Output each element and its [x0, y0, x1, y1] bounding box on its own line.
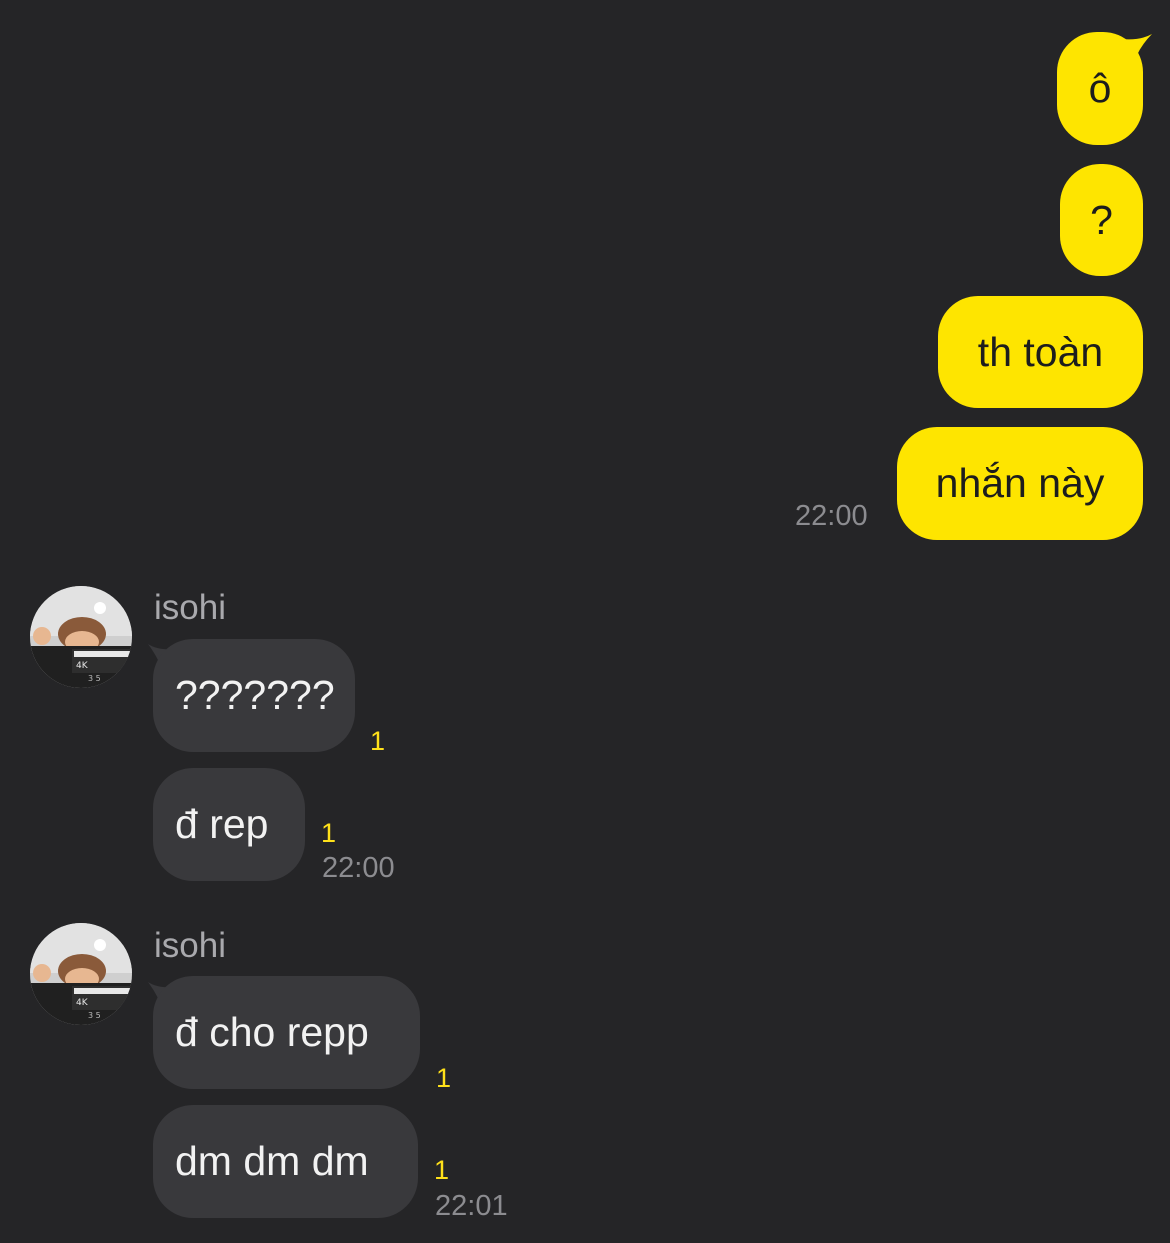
svg-text:3 5: 3 5	[88, 1011, 101, 1020]
outgoing-timestamp: 22:00	[795, 500, 868, 532]
svg-text:4K: 4K	[76, 998, 89, 1008]
incoming-timestamp: 22:00	[322, 852, 395, 884]
avatar[interactable]: 4K 3 5	[30, 586, 132, 688]
unread-count: 1	[321, 818, 337, 848]
svg-text:4K: 4K	[76, 661, 89, 671]
outgoing-message-1[interactable]: ô	[1057, 32, 1143, 145]
svg-text:3 5: 3 5	[88, 674, 101, 683]
incoming-message[interactable]: đ rep	[153, 768, 305, 881]
incoming-timestamp: 22:01	[435, 1190, 508, 1222]
outgoing-message-4[interactable]: nhắn này	[897, 427, 1143, 540]
unread-count: 1	[370, 726, 386, 756]
incoming-message[interactable]: đ cho repp	[153, 976, 420, 1089]
avatar[interactable]: 4K 3 5	[30, 923, 132, 1025]
unread-count: 1	[434, 1155, 450, 1185]
outgoing-message-2[interactable]: ?	[1060, 164, 1143, 276]
sender-name: isohi	[154, 926, 226, 965]
sender-name: isohi	[154, 588, 226, 627]
incoming-message[interactable]: dm dm dm	[153, 1105, 418, 1218]
outgoing-message-3[interactable]: th toàn	[938, 296, 1143, 408]
unread-count: 1	[436, 1063, 452, 1093]
incoming-message[interactable]: ???????	[153, 639, 355, 752]
